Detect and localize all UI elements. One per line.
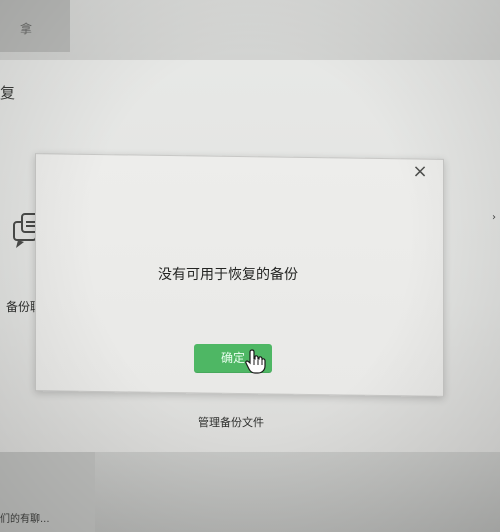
close-icon[interactable]: × [412, 163, 428, 181]
top-strip [0, 0, 500, 68]
top-strip-icon: 拿 [20, 22, 33, 36]
bottom-left-text: 们的有聊... [0, 514, 50, 525]
main-window-title: 复 [0, 84, 16, 102]
hand-cursor-icon [245, 349, 266, 374]
top-strip-bar [0, 0, 70, 52]
right-edge-mark: › [492, 212, 496, 223]
dialog-message: 没有可用于恢复的备份 [158, 267, 298, 283]
manage-backup-files-link[interactable]: 管理备份文件 [198, 414, 264, 430]
